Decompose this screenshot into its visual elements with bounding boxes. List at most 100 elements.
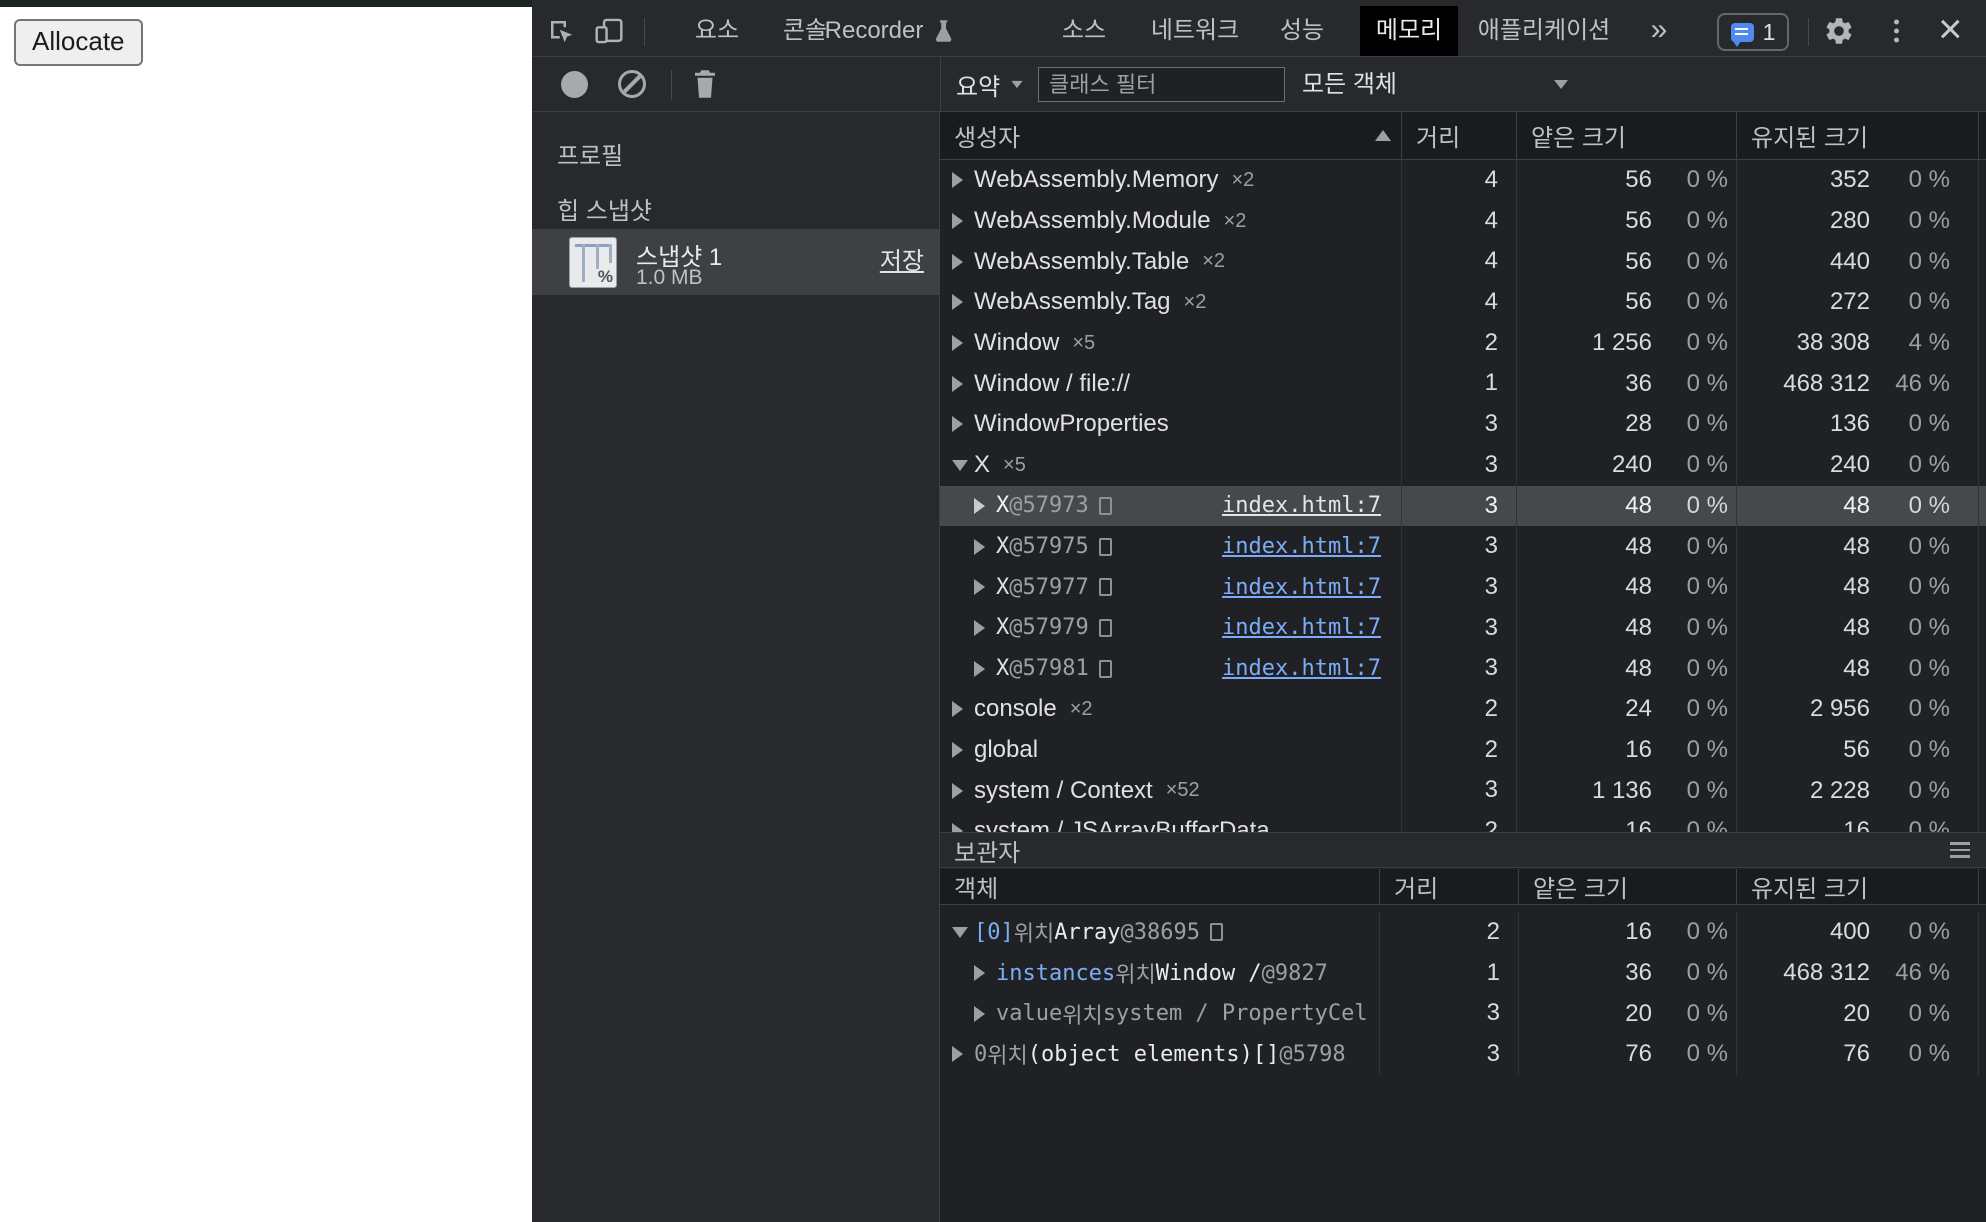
expand-arrow[interactable] [974, 965, 996, 981]
more-options-icon[interactable] [1890, 16, 1903, 47]
column-header-distance[interactable]: 거리 [1402, 112, 1517, 159]
retainers-menu-icon[interactable] [1950, 842, 1970, 858]
tab-console[interactable]: 콘솔 [783, 6, 827, 56]
size-value: 48 [1737, 573, 1870, 601]
preview-box-icon[interactable] [1099, 538, 1112, 556]
object-id: @57979 [1009, 615, 1088, 640]
table-row[interactable]: WebAssembly.Memory×24560 %3520 % [940, 160, 1986, 201]
expand-arrow[interactable] [952, 335, 974, 351]
size-percent: 0 % [1870, 166, 1950, 194]
instance-count-badge: ×2 [1232, 169, 1255, 192]
expand-arrow[interactable] [952, 823, 974, 832]
expand-arrow[interactable] [952, 376, 974, 392]
expand-arrow[interactable] [952, 1046, 974, 1062]
delete-profile-icon[interactable] [692, 69, 718, 99]
table-row[interactable]: Window×521 2560 %38 3084 % [940, 323, 1986, 364]
expand-arrow[interactable] [974, 661, 996, 677]
device-toolbar-icon[interactable] [592, 14, 626, 48]
more-tabs-chevron-icon[interactable]: » [1651, 6, 1668, 56]
column-header-object[interactable]: 객체 [940, 869, 1380, 904]
table-row[interactable]: X @57981index.html:73480 %480 % [940, 648, 1986, 689]
expand-arrow[interactable] [952, 701, 974, 717]
tab-elements[interactable]: 요소 [695, 6, 739, 56]
table-row[interactable]: console×22240 %2 9560 % [940, 689, 1986, 730]
object-name: X [974, 451, 990, 479]
inspect-element-icon[interactable] [544, 14, 578, 48]
source-link[interactable]: index.html:7 [1222, 575, 1381, 600]
expand-arrow[interactable] [952, 742, 974, 758]
source-link[interactable]: index.html:7 [1222, 493, 1381, 518]
preview-box-icon[interactable] [1099, 660, 1112, 678]
size-cell: 480 % [1737, 648, 1979, 689]
expand-arrow[interactable] [952, 254, 974, 270]
tab-recorder[interactable]: Recorder [825, 6, 954, 56]
record-heap-snapshot-icon[interactable] [561, 71, 588, 98]
expand-arrow[interactable] [952, 460, 974, 471]
table-row[interactable]: global2160 %560 % [940, 730, 1986, 771]
tab-application[interactable]: 애플리케이션 [1478, 6, 1610, 56]
table-row[interactable]: system / Context×5231 1360 %2 2280 % [940, 770, 1986, 811]
object-filter-select[interactable]: 모든 객체 [1302, 57, 1397, 112]
size-value: 440 [1737, 248, 1870, 276]
column-header-shallow-size[interactable]: 얕은 크기 [1519, 869, 1737, 904]
preview-box-icon[interactable] [1099, 497, 1112, 515]
issues-button[interactable]: 1 [1717, 13, 1789, 51]
close-devtools-icon[interactable]: × [1938, 6, 1963, 56]
table-row[interactable]: WebAssembly.Tag×24560 %2720 % [940, 282, 1986, 323]
table-row[interactable]: value 위치 system / PropertyCel3200 %200 % [940, 993, 1986, 1034]
expand-arrow[interactable] [974, 539, 996, 555]
preview-box-icon[interactable] [1099, 578, 1112, 596]
perspective-select[interactable]: 요약 [956, 57, 1024, 112]
tab-performance[interactable]: 성능 [1280, 6, 1324, 56]
clear-all-profiles-icon[interactable] [618, 70, 646, 98]
column-header-constructor[interactable]: 생성자 [940, 112, 1402, 159]
source-link[interactable]: index.html:7 [1222, 615, 1381, 640]
class-filter-input[interactable] [1038, 67, 1285, 102]
table-row[interactable]: WindowProperties3280 %1360 % [940, 404, 1986, 445]
tab-network[interactable]: 네트워크 [1151, 6, 1239, 56]
expand-arrow[interactable] [952, 294, 974, 310]
column-header-retained-size[interactable]: 유지된 크기 [1737, 112, 1979, 159]
save-snapshot-link[interactable]: 저장 [880, 241, 924, 276]
preview-box-icon[interactable] [1099, 619, 1112, 637]
expand-arrow[interactable] [952, 927, 974, 938]
source-link[interactable]: index.html:7 [1222, 656, 1381, 681]
column-header-retained-size[interactable]: 유지된 크기 [1737, 869, 1979, 904]
expand-arrow[interactable] [974, 1006, 996, 1022]
expand-arrow[interactable] [974, 620, 996, 636]
expand-arrow[interactable] [974, 498, 996, 514]
snapshot-list-item[interactable]: % 스냅샷 1 1.0 MB 저장 [532, 229, 940, 295]
table-row[interactable]: X @57973index.html:73480 %480 % [940, 486, 1986, 527]
settings-gear-icon[interactable] [1822, 14, 1856, 48]
expand-arrow[interactable] [952, 213, 974, 229]
expand-arrow[interactable] [952, 783, 974, 799]
triangle-right-icon [952, 783, 963, 799]
table-row[interactable]: [0] 위치 Array @386952160 %4000 % [940, 912, 1986, 953]
tab-recorder-label: Recorder [825, 6, 924, 56]
allocate-button[interactable]: Allocate [14, 19, 143, 66]
expand-arrow[interactable] [952, 416, 974, 432]
table-row[interactable]: instances 위치 Window / @98271360 %468 312… [940, 953, 1986, 994]
size-percent: 0 % [1870, 248, 1950, 276]
toolbar-separator [1808, 18, 1809, 46]
column-header-distance[interactable]: 거리 [1380, 869, 1519, 904]
table-row[interactable]: X @57979index.html:73480 %480 % [940, 608, 1986, 649]
table-row[interactable]: system / JSArrayBufferData2160 %160 % [940, 811, 1986, 832]
source-link[interactable]: index.html:7 [1222, 534, 1381, 559]
preview-box-icon[interactable] [1210, 923, 1223, 941]
chevron-down-icon[interactable] [1554, 80, 1568, 89]
table-row[interactable]: WebAssembly.Module×24560 %2800 % [940, 201, 1986, 242]
tab-memory[interactable]: 메모리 [1360, 6, 1458, 56]
triangle-down-icon [952, 927, 968, 938]
table-row[interactable]: 0 위치 (object elements)[] @57983760 %760 … [940, 1034, 1986, 1075]
table-row[interactable]: Window / file://1360 %468 31246 % [940, 363, 1986, 404]
table-row[interactable]: X @57975index.html:73480 %480 % [940, 526, 1986, 567]
table-row[interactable]: X×532400 %2400 % [940, 445, 1986, 486]
tab-sources[interactable]: 소스 [1062, 6, 1106, 56]
expand-arrow[interactable] [974, 579, 996, 595]
column-header-shallow-size[interactable]: 얕은 크기 [1517, 112, 1737, 159]
expand-arrow[interactable] [952, 172, 974, 188]
distance-cell: 4 [1402, 160, 1517, 201]
table-row[interactable]: X @57977index.html:73480 %480 % [940, 567, 1986, 608]
table-row[interactable]: WebAssembly.Table×24560 %4400 % [940, 241, 1986, 282]
